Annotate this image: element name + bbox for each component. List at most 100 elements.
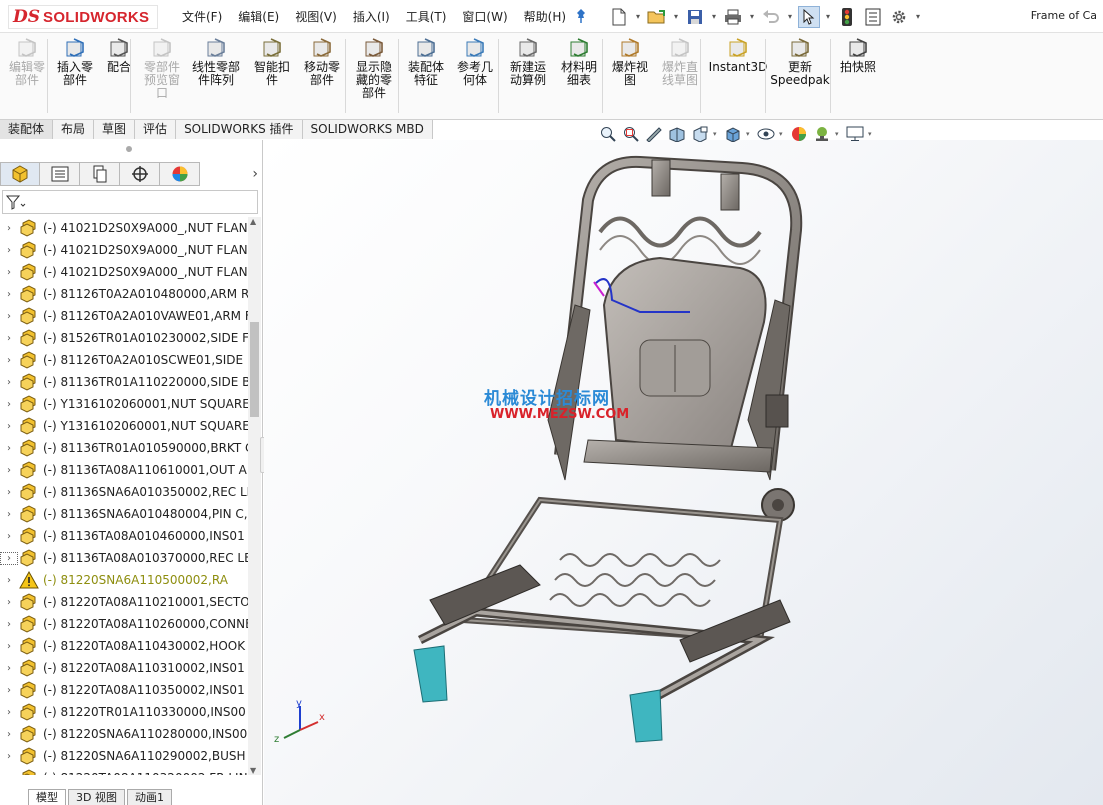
tree-item[interactable]: › (-) 81220TA08A110350002,INS01 F bbox=[0, 679, 248, 701]
tree-item[interactable]: › (-) Y1316102060001,NUT SQUARE bbox=[0, 393, 248, 415]
undo-icon[interactable] bbox=[760, 6, 782, 28]
tree-item[interactable]: › (-) 81220TA08A110310002,INS01 F bbox=[0, 657, 248, 679]
tree-item[interactable]: › (-) 81220TA08A110260000,CONNE bbox=[0, 613, 248, 635]
tree-item[interactable]: › (-) 81136SNA6A010480004,PIN C,F bbox=[0, 503, 248, 525]
tree-item[interactable]: › (-) 81136TA08A110610001,OUT AN bbox=[0, 459, 248, 481]
menu-item[interactable]: 文件(F) bbox=[174, 8, 230, 25]
tree-filter[interactable] bbox=[2, 190, 258, 214]
expand-arrow-icon[interactable]: › bbox=[0, 465, 18, 476]
print-icon[interactable] bbox=[722, 6, 744, 28]
bottom-tab[interactable]: 动画1 bbox=[126, 789, 172, 805]
show-hidden-button[interactable]: 显示隐 藏的零 部件 bbox=[350, 37, 398, 100]
display-style-dropdown-icon[interactable]: ▾ bbox=[746, 130, 753, 138]
configuration-manager-tab-icon[interactable] bbox=[80, 162, 120, 186]
print-dropdown-icon[interactable]: ▾ bbox=[748, 12, 756, 21]
expand-arrow-icon[interactable]: › bbox=[0, 641, 18, 652]
expand-arrow-icon[interactable]: › bbox=[0, 551, 18, 565]
tree-item[interactable]: › (-) 81136TR01A010590000,BRKT C bbox=[0, 437, 248, 459]
expand-arrow-icon[interactable]: › bbox=[0, 245, 18, 256]
expand-arrow-icon[interactable]: › bbox=[0, 773, 18, 776]
tree-item[interactable]: › (-) 81126T0A2A010VAWE01,ARM F bbox=[0, 305, 248, 327]
tree-item[interactable]: › (-) 81220TA08A110320002,FR LINK bbox=[0, 767, 248, 775]
reference-triad-icon[interactable]: y x z bbox=[270, 698, 330, 748]
expand-arrow-icon[interactable]: › bbox=[0, 399, 18, 410]
display-manager-tab-icon[interactable] bbox=[160, 162, 200, 186]
bottom-tab[interactable]: 模型 bbox=[28, 789, 66, 805]
tree-item[interactable]: › (-) 81220SNA6A110500002,RA bbox=[0, 569, 248, 591]
open-dropdown-icon[interactable]: ▾ bbox=[672, 12, 680, 21]
expand-arrow-icon[interactable]: › bbox=[0, 421, 18, 432]
expand-arrow-icon[interactable]: › bbox=[0, 751, 18, 762]
undo-dropdown-icon[interactable]: ▾ bbox=[786, 12, 794, 21]
expand-arrow-icon[interactable]: › bbox=[0, 685, 18, 696]
hide-show-dropdown-icon[interactable]: ▾ bbox=[779, 130, 786, 138]
solidworks-logo[interactable]: DS SOLIDWORKS bbox=[8, 5, 159, 29]
expand-arrow-icon[interactable]: › bbox=[0, 575, 18, 586]
expand-arrow-icon[interactable]: › bbox=[0, 333, 18, 344]
tree-item[interactable]: › (-) 41021D2S0X9A000_,NUT FLAN bbox=[0, 261, 248, 283]
insert-component-button[interactable]: 插入零 部件 bbox=[52, 37, 98, 87]
view-orientation-dropdown-icon[interactable]: ▾ bbox=[713, 130, 720, 138]
expand-arrow-icon[interactable]: › bbox=[0, 355, 18, 366]
command-tab[interactable]: 布局 bbox=[53, 120, 95, 139]
move-component-button[interactable]: 移动零 部件 bbox=[297, 37, 347, 87]
menu-item[interactable]: 插入(I) bbox=[345, 8, 398, 25]
command-tab[interactable]: SOLIDWORKS 插件 bbox=[176, 120, 303, 139]
select-dropdown-icon[interactable]: ▾ bbox=[824, 12, 832, 21]
assembly-feature-button[interactable]: 装配体 特征 bbox=[403, 37, 449, 87]
dimxpert-manager-tab-icon[interactable] bbox=[120, 162, 160, 186]
tree-item[interactable]: › (-) 41021D2S0X9A000_,NUT FLAN bbox=[0, 217, 248, 239]
pin-icon[interactable] bbox=[574, 8, 588, 24]
expand-arrow-icon[interactable]: › bbox=[0, 707, 18, 718]
explode-line-sketch-button[interactable]: 爆炸直 线草图 bbox=[655, 37, 705, 87]
scroll-down-icon[interactable]: ▼ bbox=[250, 766, 256, 775]
motion-study-button[interactable]: 新建运 动算例 bbox=[503, 37, 553, 87]
property-manager-tab-icon[interactable] bbox=[40, 162, 80, 186]
filter-icon[interactable] bbox=[6, 195, 26, 211]
scene-dropdown-icon[interactable]: ▾ bbox=[835, 130, 842, 138]
command-tab[interactable]: 评估 bbox=[135, 120, 177, 139]
graphics-area[interactable]: ▾ ▾ ▾ ▾ ▾ 机械设计招标网 WWW.MEZSW.COM y x z bbox=[264, 126, 1103, 805]
tree-item[interactable]: › (-) 81526TR01A010230002,SIDE FR bbox=[0, 327, 248, 349]
chevron-right-icon[interactable]: › bbox=[252, 166, 258, 182]
menu-item[interactable]: 帮助(H) bbox=[516, 8, 574, 25]
tree-item[interactable]: › (-) 81136TR01A110220000,SIDE BR bbox=[0, 371, 248, 393]
expand-arrow-icon[interactable]: › bbox=[0, 487, 18, 498]
expand-arrow-icon[interactable]: › bbox=[0, 289, 18, 300]
tree-item[interactable]: › (-) 41021D2S0X9A000_,NUT FLAN bbox=[0, 239, 248, 261]
scroll-thumb[interactable] bbox=[250, 322, 259, 417]
menu-item[interactable]: 窗口(W) bbox=[454, 8, 515, 25]
tree-item[interactable]: › (-) 81126T0A2A010480000,ARM RE bbox=[0, 283, 248, 305]
exploded-view-button[interactable]: 爆炸视 图 bbox=[607, 37, 653, 87]
expand-arrow-icon[interactable]: › bbox=[0, 729, 18, 740]
new-document-icon[interactable] bbox=[608, 6, 630, 28]
panel-grip[interactable] bbox=[126, 146, 132, 152]
snapshot-button[interactable]: 拍快照 bbox=[836, 37, 880, 74]
menu-item[interactable]: 工具(T) bbox=[398, 8, 455, 25]
tree-item[interactable]: › (-) 81220TR01A110330000,INS00 F bbox=[0, 701, 248, 723]
bottom-tab[interactable]: 3D 视图 bbox=[68, 789, 125, 805]
seat-frame-model[interactable] bbox=[264, 140, 1103, 805]
tree-item[interactable]: › (-) Y1316102060001,NUT SQUARE bbox=[0, 415, 248, 437]
command-tab[interactable]: 草图 bbox=[94, 120, 136, 139]
linear-pattern-button[interactable]: 线性零部 件阵列 bbox=[187, 37, 245, 87]
feature-manager-tab-icon[interactable] bbox=[0, 162, 40, 186]
edit-component-button[interactable]: 编辑零 部件 bbox=[4, 37, 50, 87]
expand-arrow-icon[interactable]: › bbox=[0, 531, 18, 542]
component-preview-button[interactable]: 零部件 预览窗 口 bbox=[137, 37, 187, 100]
scroll-up-icon[interactable]: ▲ bbox=[250, 217, 256, 226]
expand-arrow-icon[interactable]: › bbox=[0, 597, 18, 608]
new-dropdown-icon[interactable]: ▾ bbox=[634, 12, 642, 21]
tree-item[interactable]: › (-) 81220TA08A110210001,SECTOR bbox=[0, 591, 248, 613]
expand-arrow-icon[interactable]: › bbox=[0, 443, 18, 454]
tree-item[interactable]: › (-) 81220SNA6A110280000,INS00 bbox=[0, 723, 248, 745]
file-properties-icon[interactable] bbox=[862, 6, 884, 28]
options-gear-icon[interactable] bbox=[888, 6, 910, 28]
save-icon[interactable] bbox=[684, 6, 706, 28]
menu-item[interactable]: 视图(V) bbox=[287, 8, 345, 25]
expand-arrow-icon[interactable]: › bbox=[0, 619, 18, 630]
bom-button[interactable]: 材料明 细表 bbox=[556, 37, 602, 87]
tree-scrollbar[interactable]: ▲ ▼ bbox=[248, 217, 261, 775]
speedpak-button[interactable]: 更新 Speedpak bbox=[770, 37, 830, 87]
tree-item[interactable]: › (-) 81220TA08A110430002,HOOK S bbox=[0, 635, 248, 657]
